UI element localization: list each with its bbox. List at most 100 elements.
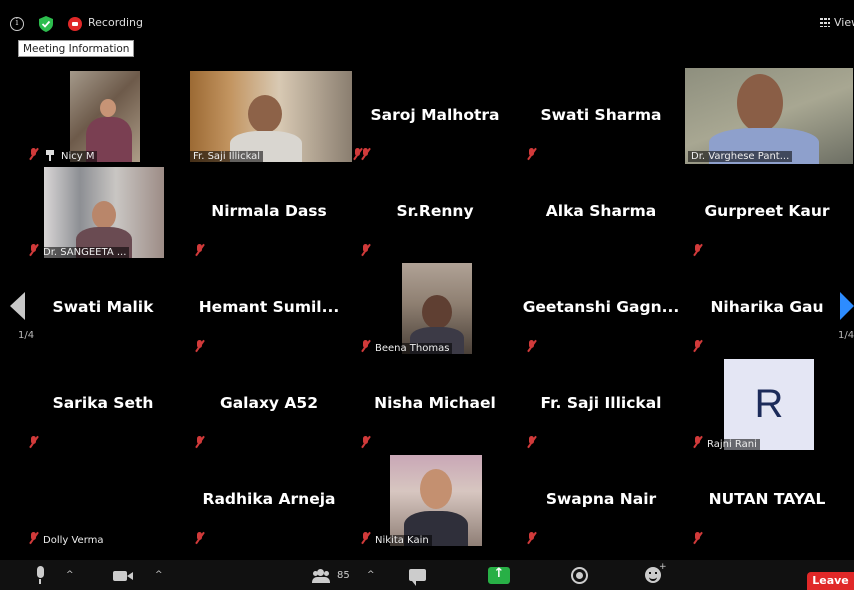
avatar-letter: R [754,382,784,426]
participant-label: Dr. Varghese Pant... [688,151,793,162]
shield-icon[interactable] [39,16,53,32]
muted-mic-icon [194,340,205,352]
participant-name: Swati Sharma [540,106,662,124]
participant-tile[interactable]: Sarika Seth [20,356,186,452]
participant-video [390,455,482,546]
pin-icon [46,150,54,161]
participant-tile[interactable]: Fr. Saji Illickal [518,356,684,452]
participant-name: Swapna Nair [545,490,657,508]
muted-mic-icon [692,532,703,544]
participant-avatar: R [724,359,814,450]
recording-icon[interactable] [68,17,82,31]
participant-tile[interactable]: Dr. Varghese Pant... [684,68,853,164]
participant-name: Sr.Renny [396,202,474,220]
participant-tile[interactable]: Nikita Kain [352,452,518,548]
participants-icon[interactable] [312,569,330,583]
view-label: View [834,16,854,29]
participant-tile[interactable]: Saroj Malhotra [352,68,518,164]
participant-tile[interactable]: R Rajni Rani [684,356,850,452]
meeting-topbar: i Recording Meeting Information View [0,0,854,60]
participant-label: Nicy M [58,151,98,162]
leave-button[interactable]: Leave [807,572,854,590]
muted-mic-icon [360,148,371,160]
meeting-info-tooltip: Meeting Information [18,40,135,57]
participants-options-chevron-icon[interactable]: ^ [367,570,375,580]
muted-mic-icon [28,436,39,448]
chat-icon[interactable] [409,569,426,586]
muted-mic-icon [692,436,703,448]
video-camera-icon[interactable] [113,571,133,581]
participant-tile[interactable]: Fr. Saji Illickal [186,68,360,164]
participant-label: Fr. Saji Illickal [190,151,264,162]
participant-video [70,71,140,162]
participant-name: Sarika Seth [52,394,154,412]
muted-mic-icon [194,532,205,544]
participant-label: Dolly Verma [40,535,107,546]
muted-mic-icon [28,244,39,256]
participant-name: Gurpreet Kaur [704,202,830,220]
participant-tile[interactable]: Dolly Verma [20,452,186,548]
participant-name: Radhika Arneja [202,490,336,508]
audio-options-chevron-icon[interactable]: ^ [66,570,74,580]
participant-tile[interactable]: Niharika Gau [684,260,850,356]
info-icon[interactable]: i [10,17,24,31]
participant-tile[interactable]: Swati Malik [20,260,186,356]
participant-name: NUTAN TAYAL [708,490,826,508]
participant-tile[interactable]: Nirmala Dass [186,164,352,260]
participants-count: 85 [337,570,350,581]
participant-name: Fr. Saji Illickal [540,394,662,412]
next-page-arrow-icon[interactable] [840,292,854,320]
participant-tile[interactable]: Radhika Arneja [186,452,352,548]
view-button[interactable]: View [820,16,854,29]
participant-tile[interactable]: Nisha Michael [352,356,518,452]
muted-mic-icon [526,532,537,544]
participant-name: Alka Sharma [545,202,657,220]
muted-mic-icon [194,436,205,448]
meeting-toolbar: ^ ^ 85 ^ + Leave [0,560,854,590]
muted-mic-icon [360,436,371,448]
participant-tile[interactable]: NUTAN TAYAL [684,452,850,548]
participant-name: Nirmala Dass [211,202,327,220]
participant-label: Nikita Kain [372,535,432,546]
reactions-plus-icon: + [659,562,667,572]
share-screen-icon[interactable] [488,566,510,584]
participant-name: Galaxy A52 [219,394,319,412]
participant-tile[interactable]: Nicy M [20,68,186,164]
participant-tile[interactable]: Swati Sharma [518,68,684,164]
participant-name: Niharika Gau [710,298,824,316]
muted-mic-icon [360,244,371,256]
participant-name: Geetanshi Gagn... [522,298,680,316]
participant-tile[interactable]: Galaxy A52 [186,356,352,452]
participant-tile[interactable]: Alka Sharma [518,164,684,260]
participant-tile[interactable]: Dr. SANGEETA ... [20,164,186,260]
muted-mic-icon [692,244,703,256]
participant-tile[interactable]: Hemant Sumil... [186,260,352,356]
participant-tile[interactable]: Swapna Nair [518,452,684,548]
participant-video [402,263,472,354]
muted-mic-icon [360,340,371,352]
muted-mic-icon [692,340,703,352]
participant-name: Nisha Michael [374,394,496,412]
prev-page-arrow-icon[interactable] [10,292,25,320]
participant-video [44,167,164,258]
microphone-icon[interactable] [35,566,45,584]
muted-mic-icon [526,340,537,352]
record-icon[interactable] [571,567,588,584]
participant-name: Saroj Malhotra [370,106,500,124]
participant-tile[interactable]: Beena Thomas [352,260,518,356]
muted-mic-icon [194,244,205,256]
participant-label: Dr. SANGEETA ... [40,247,130,258]
gallery-grid: Nicy M Fr. Saji Illickal Saroj Malhotra … [20,68,854,548]
active-speaker-video [685,68,853,164]
muted-mic-icon [526,148,537,160]
participant-tile[interactable]: Geetanshi Gagn... [518,260,684,356]
participant-name: Swati Malik [52,298,154,316]
participant-name: Hemant Sumil... [198,298,340,316]
participant-label: Rajni Rani [704,439,760,450]
page-indicator-right: 1/4 [838,330,854,341]
participant-tile[interactable]: Gurpreet Kaur [684,164,850,260]
participant-tile[interactable]: Sr.Renny [352,164,518,260]
muted-mic-icon [526,436,537,448]
participant-video [190,71,352,162]
video-options-chevron-icon[interactable]: ^ [155,570,163,580]
